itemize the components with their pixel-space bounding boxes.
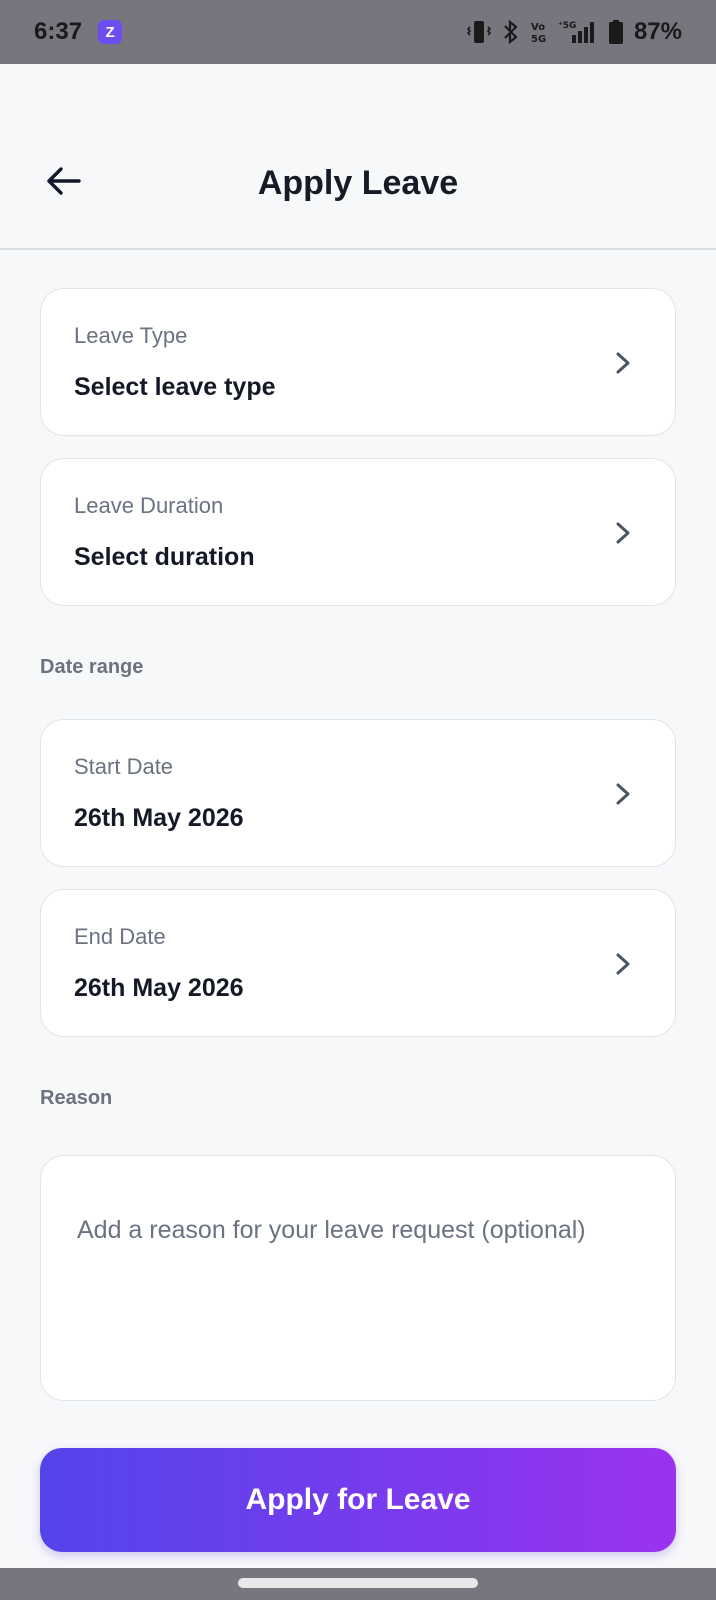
end-date-value: 26th May 2026 — [74, 974, 244, 1002]
start-date-selector[interactable]: Start Date 26th May 2026 — [40, 719, 676, 867]
date-range-title: Date range — [40, 656, 144, 678]
chevron-right-icon — [616, 783, 630, 805]
svg-text:Vo: Vo — [531, 22, 545, 33]
home-gesture-handle[interactable] — [238, 1578, 478, 1588]
leave-duration-value: Select duration — [74, 543, 255, 571]
system-nav-bar — [0, 1568, 716, 1600]
page-title: Apply Leave — [257, 164, 459, 202]
app-notification-icon: Z — [98, 20, 123, 44]
status-icons: Vo 5G ⁺5G 87% — [466, 18, 682, 46]
status-bar: 6:37 Z Vo 5G ⁺5G 87% — [0, 0, 716, 64]
end-date-selector[interactable]: End Date 26th May 2026 — [40, 889, 676, 1037]
leave-duration-selector[interactable]: Leave Duration Select duration — [40, 458, 676, 606]
start-date-value: 26th May 2026 — [74, 804, 244, 832]
leave-type-selector[interactable]: Leave Type Select leave type — [40, 288, 676, 436]
volte-icon: Vo 5G — [531, 22, 546, 45]
svg-text:⁺5G: ⁺5G — [558, 21, 576, 31]
start-date-label: Start Date — [74, 754, 174, 779]
reason-title: Reason — [40, 1087, 113, 1109]
end-date-label: End Date — [74, 924, 166, 949]
svg-text:5G: 5G — [531, 34, 546, 45]
chevron-right-icon — [616, 352, 630, 374]
leave-type-label: Leave Type — [74, 323, 188, 348]
vibrate-icon — [466, 21, 492, 43]
reason-textarea[interactable] — [40, 1155, 676, 1401]
status-time: 6:37 — [34, 18, 83, 45]
chevron-right-icon — [616, 953, 630, 975]
battery-percentage: 87% — [633, 18, 682, 45]
app-header: Apply Leave — [0, 64, 716, 250]
chevron-right-icon — [616, 522, 630, 544]
leave-duration-label: Leave Duration — [74, 493, 224, 518]
leave-type-value: Select leave type — [74, 373, 276, 401]
apply-for-leave-button[interactable]: Apply for Leave — [40, 1448, 676, 1552]
signal-icon: ⁺5G — [558, 21, 594, 43]
battery-icon — [608, 20, 623, 44]
bluetooth-icon — [504, 19, 518, 45]
